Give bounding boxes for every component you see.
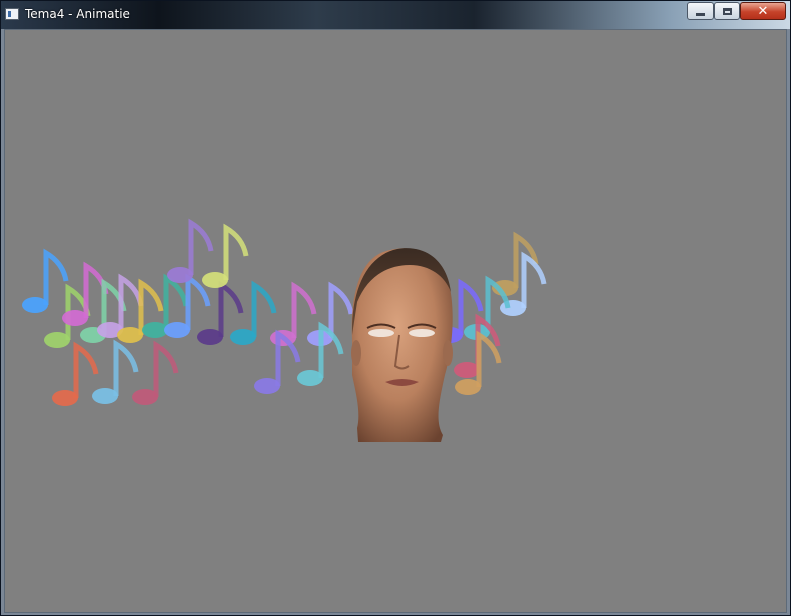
- minimize-button[interactable]: [687, 2, 714, 20]
- music-note-head: [500, 300, 526, 316]
- minimize-icon: [696, 12, 705, 16]
- close-icon: ✕: [757, 3, 769, 19]
- music-note-head: [44, 332, 70, 348]
- window-title: Tema4 - Animatie: [25, 7, 130, 21]
- close-button[interactable]: ✕: [740, 2, 786, 20]
- title-bar[interactable]: Tema4 - Animatie ✕: [1, 1, 790, 29]
- music-note-stem: [43, 248, 69, 305]
- music-note-stem: [291, 281, 317, 338]
- music-note-head: [117, 327, 143, 343]
- music-note-stem: [73, 341, 99, 398]
- music-note-stem: [521, 251, 547, 308]
- app-window: Tema4 - Animatie ✕: [0, 0, 791, 616]
- music-note-stem: [223, 223, 249, 280]
- music-note-head: [202, 272, 228, 288]
- music-note-head: [164, 322, 190, 338]
- music-note-head: [62, 310, 88, 326]
- music-note-head: [92, 388, 118, 404]
- music-note-head: [230, 329, 256, 345]
- music-note-head: [132, 389, 158, 405]
- music-note-head: [22, 297, 48, 313]
- music-note-head: [254, 378, 280, 394]
- music-note-head: [52, 390, 78, 406]
- music-note-stem: [153, 340, 179, 397]
- music-note-stem: [251, 280, 277, 337]
- music-note-head: [297, 370, 323, 386]
- music-note-stem: [188, 218, 214, 275]
- scene-viewport: [22, 218, 547, 442]
- music-note-head: [454, 362, 480, 378]
- maximize-button[interactable]: [714, 2, 740, 20]
- music-note-head: [455, 379, 481, 395]
- app-window-icon[interactable]: [5, 8, 19, 20]
- music-note-head: [197, 329, 223, 345]
- music-notes: [22, 218, 547, 406]
- music-note-stem: [218, 280, 244, 337]
- music-note-head: [167, 267, 193, 283]
- head-model: [351, 248, 453, 442]
- render-canvas[interactable]: [4, 29, 787, 613]
- maximize-icon: [722, 7, 732, 15]
- music-note-stem: [185, 273, 211, 330]
- music-note-stem: [328, 281, 354, 338]
- music-note-stem: [113, 339, 139, 396]
